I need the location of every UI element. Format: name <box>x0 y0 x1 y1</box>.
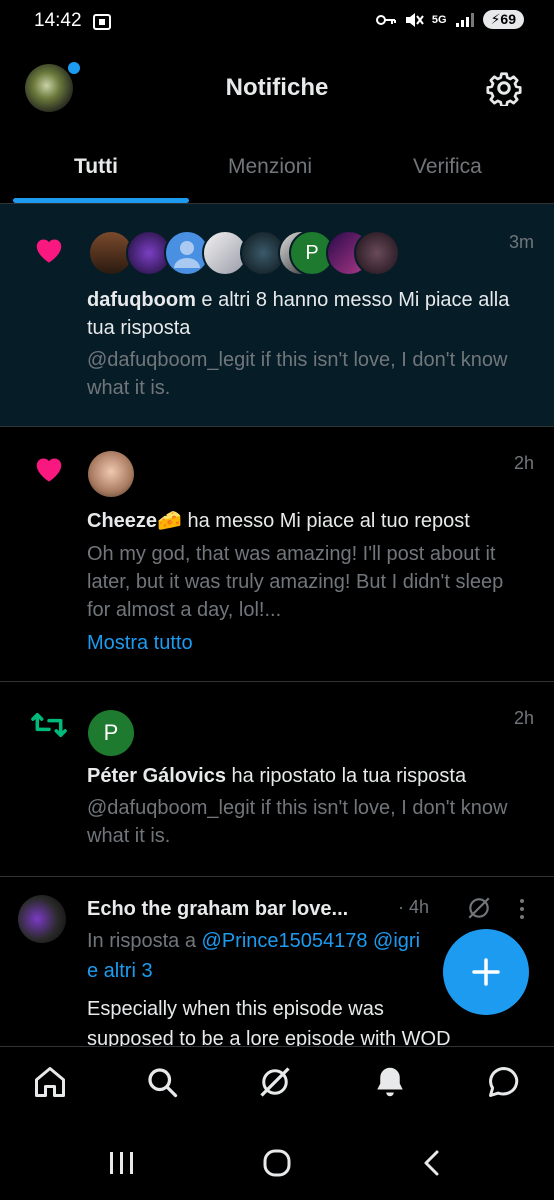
repost-icon <box>31 713 67 737</box>
action-text: ha ripostato la tua risposta <box>225 765 467 787</box>
notification-repost[interactable]: P 2h Péter Gálovics ha ripostato la tua … <box>0 682 554 877</box>
status-time: 14:42 <box>34 10 82 31</box>
recents-icon[interactable] <box>108 1150 136 1176</box>
heart-icon <box>36 458 62 482</box>
search-icon[interactable] <box>144 1064 180 1100</box>
reply-prefix: In risposta a <box>87 930 202 952</box>
notification-like[interactable]: 2h Cheeze🧀 ha messo Mi piace al tuo repo… <box>0 427 554 682</box>
tab-mentions[interactable]: Menzioni <box>228 155 312 179</box>
notification-like-group[interactable]: P 3m dafuqboom e altri 8 hanno messo Mi … <box>0 204 554 427</box>
home-icon[interactable] <box>32 1064 68 1100</box>
author-name[interactable]: Echo the graham bar love... <box>87 895 348 923</box>
heart-icon <box>36 239 62 263</box>
reply-text-line2: supposed to be a lore episode with WOD <box>87 1028 451 1046</box>
user-name[interactable]: Péter Gálovics <box>87 765 226 787</box>
plus-icon <box>472 958 500 986</box>
avatar[interactable] <box>354 230 400 276</box>
messages-icon[interactable] <box>486 1064 522 1100</box>
mute-icon <box>405 12 424 27</box>
more-icon[interactable] <box>516 897 528 921</box>
page-title: Notifiche <box>225 74 329 101</box>
compose-button[interactable] <box>443 929 529 1015</box>
home-circle-icon[interactable] <box>262 1148 292 1178</box>
post-preview: Oh my god, that was amazing! I'll post a… <box>87 543 504 621</box>
key-icon <box>375 14 396 25</box>
notifications-icon[interactable] <box>372 1064 408 1100</box>
grok-icon[interactable] <box>466 895 492 921</box>
gear-icon[interactable] <box>486 70 522 106</box>
notification-text: Péter Gálovics ha ripostato la tua rispo… <box>87 762 547 790</box>
avatar-initial: P <box>305 241 319 264</box>
notification-text: dafuqboom e altri 8 hanno messo Mi piace… <box>87 286 537 342</box>
liker-avatars: P <box>88 230 408 278</box>
network-label: 5G <box>431 13 447 26</box>
status-right: 5G ⚡69 <box>375 10 524 29</box>
notification-text: Cheeze🧀 ha messo Mi piace al tuo repost <box>87 507 547 535</box>
avatar-initial: P <box>103 720 119 745</box>
avatar-letter[interactable]: P <box>88 710 134 756</box>
show-more-link[interactable]: Mostra tutto <box>87 629 193 657</box>
avatar[interactable] <box>18 895 66 943</box>
battery-value: 69 <box>500 11 516 27</box>
user-name[interactable]: Cheeze🧀 <box>87 510 182 532</box>
timestamp: · 4h <box>398 897 430 917</box>
battery-level: ⚡69 <box>482 10 524 29</box>
timestamp: 3m <box>508 232 534 252</box>
post-preview: @dafuqboom_legit if this isn't love, I d… <box>87 797 508 847</box>
tab-verified[interactable]: Verifica <box>413 155 482 179</box>
grok-icon[interactable] <box>257 1064 293 1100</box>
avatar[interactable] <box>88 451 134 497</box>
user-name[interactable]: dafuqboom <box>87 289 196 311</box>
back-icon[interactable] <box>420 1148 444 1178</box>
reply-others[interactable]: e altri 3 <box>87 957 153 985</box>
screenshot-icon <box>93 14 111 30</box>
timestamp: 2h <box>513 453 534 473</box>
action-text: ha messo Mi piace al tuo repost <box>181 510 470 532</box>
signal-icon <box>455 12 474 27</box>
tab-all[interactable]: Tutti <box>74 155 118 179</box>
reply-handles[interactable]: @Prince15054178 @igri <box>202 930 421 952</box>
post-preview: @dafuqboom_legit if this isn't love, I d… <box>87 349 508 399</box>
timestamp: 2h <box>513 708 534 728</box>
